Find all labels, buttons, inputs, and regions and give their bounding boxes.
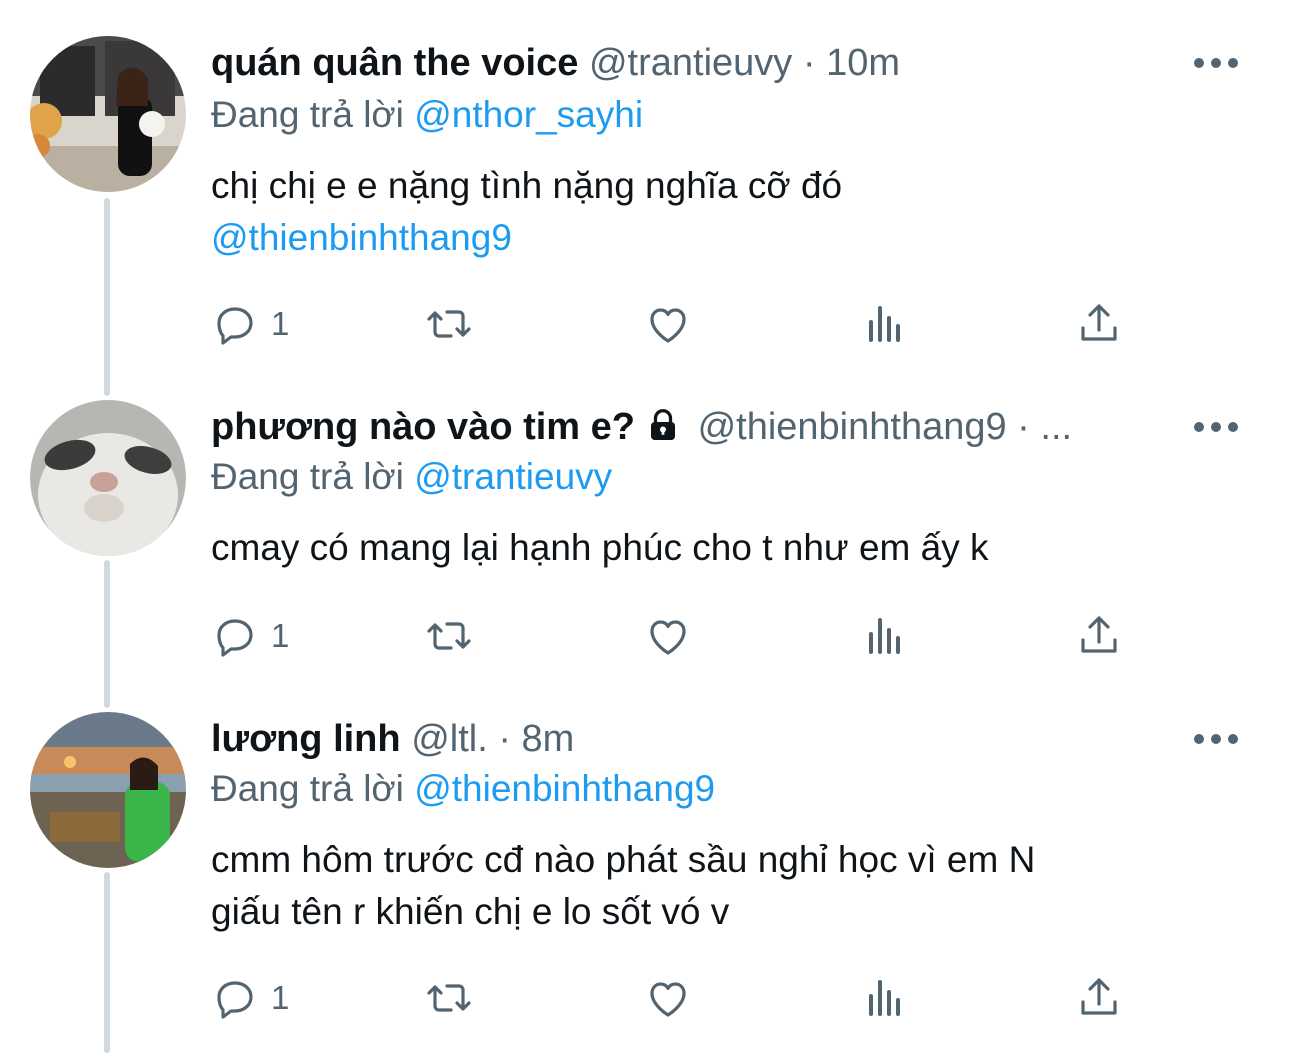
reply-count: 1 [271,979,290,1016]
retweet-button[interactable] [425,968,473,1028]
tweet-text: chị chị e e nặng tình nặng nghĩa cỡ đó @… [211,160,842,264]
tweet[interactable]: phương nào vào tim e? @thienbinhthang9 ·… [0,400,1290,680]
user-handle[interactable]: @trantieuvy [589,42,792,84]
replying-to: Đang trả lời @nthor_sayhi [211,90,643,140]
reply-icon [217,307,253,345]
avatar[interactable] [30,400,186,556]
reply-count: 1 [271,617,290,654]
action-bar: 1 [211,294,1131,354]
separator-dot: · [802,42,816,84]
share-icon [1081,304,1117,341]
user-handle[interactable]: @thienbinhthang9 [698,406,1007,448]
tweet-text-line: giấu tên r khiến chị e lo sốt vó v [211,891,730,932]
more-icon[interactable] [1194,422,1238,436]
avatar-photo [30,400,186,556]
share-icon [1081,978,1117,1015]
display-name[interactable]: quán quân the voice [211,42,578,84]
replying-to-label: Đang trả lời [211,94,404,135]
tweet-header: quán quân the voice @trantieuvy · 10m [211,36,1170,90]
replying-to: Đang trả lời @thienbinhthang9 [211,764,715,814]
reply-button[interactable]: 1 [211,968,289,1028]
tweet-text: cmay có mang lại hạnh phúc cho t như em … [211,522,989,574]
reply-button[interactable]: 1 [211,606,289,666]
avatar-photo [30,36,186,192]
separator-dot: · [498,718,511,760]
like-button[interactable] [644,294,692,354]
tweet-header: lương linh @ltl. · 8m [211,712,1170,766]
timestamp[interactable]: 8m [522,718,575,760]
replying-to-mention[interactable]: @nthor_sayhi [414,94,643,135]
views-icon [869,306,900,342]
retweet-icon [427,622,471,650]
avatar[interactable] [30,712,186,868]
tweet-text-line: cmm hôm trước cđ nào phát sầu nghỉ học v… [211,839,1036,880]
display-name[interactable]: phương nào vào tim e? [211,406,635,448]
separator-dot: · [1017,406,1030,448]
replying-to-label: Đang trả lời [211,768,404,809]
share-icon [1081,616,1117,653]
views-button[interactable] [861,968,909,1028]
reply-icon [217,619,253,657]
tweet[interactable]: quán quân the voice @trantieuvy · 10m Đa… [0,36,1290,366]
views-button[interactable] [861,606,909,666]
views-button[interactable] [861,294,909,354]
avatar-photo [30,712,186,868]
user-handle[interactable]: @ltl. [411,718,488,760]
display-name[interactable]: lương linh [211,718,401,760]
share-button[interactable] [1075,606,1123,666]
views-icon [869,980,900,1016]
replying-to-label: Đang trả lời [211,456,404,497]
heart-icon [650,308,686,343]
lock-icon [645,404,681,454]
truncated-time: ... [1040,406,1073,448]
reply-button[interactable]: 1 [211,294,289,354]
retweet-icon [427,310,471,338]
share-button[interactable] [1075,294,1123,354]
like-button[interactable] [644,606,692,666]
more-icon[interactable] [1194,58,1238,72]
tweet[interactable]: lương linh @ltl. · 8m Đang trả lời @thie… [0,712,1290,1042]
retweet-icon [427,984,471,1012]
timestamp[interactable]: 10m [826,42,900,84]
share-button[interactable] [1075,968,1123,1028]
reply-count: 1 [271,305,290,342]
tweet-text-line: chị chị e e nặng tình nặng nghĩa cỡ đó [211,165,843,206]
more-icon[interactable] [1194,734,1238,748]
reply-icon [217,981,253,1019]
views-icon [869,618,900,654]
tweet-header: phương nào vào tim e? @thienbinhthang9 ·… [211,400,1170,454]
action-bar: 1 [211,606,1131,666]
replying-to-mention[interactable]: @trantieuvy [414,456,612,497]
replying-to: Đang trả lời @trantieuvy [211,452,612,502]
tweet-text: cmm hôm trước cđ nào phát sầu nghỉ học v… [211,834,1035,938]
heart-icon [650,620,686,655]
tweet-text-line: cmay có mang lại hạnh phúc cho t như em … [211,527,989,568]
like-button[interactable] [644,968,692,1028]
heart-icon [650,982,686,1017]
avatar[interactable] [30,36,186,192]
replying-to-mention[interactable]: @thienbinhthang9 [414,768,715,809]
retweet-button[interactable] [425,606,473,666]
retweet-button[interactable] [425,294,473,354]
action-bar: 1 [211,968,1131,1028]
tweet-text-mention[interactable]: @thienbinhthang9 [211,212,842,264]
